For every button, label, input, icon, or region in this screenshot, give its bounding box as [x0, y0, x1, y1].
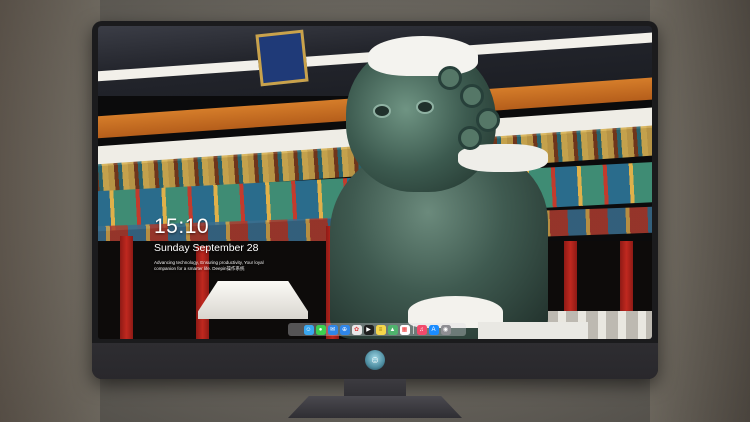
camera-icon[interactable]: ◉: [440, 324, 451, 335]
wallpaper-lion-curl: [438, 66, 462, 90]
finder-icon[interactable]: ☺: [303, 324, 314, 335]
dock: ☺ ● ✉ ⊕ ✿ ▶ ≡ ▲ ▦ ♫ A ◉: [288, 323, 466, 336]
wallpaper-lion-curl: [476, 108, 500, 132]
lock-tagline: Advancing technology, Ensuring productiv…: [154, 260, 264, 272]
wallpaper-lion-snow: [368, 36, 478, 76]
wallpaper-lion-eye: [373, 104, 391, 118]
wallpaper-lion-eye: [416, 100, 434, 114]
monitor-chin: ☺: [92, 343, 658, 379]
messages-icon[interactable]: ●: [315, 324, 326, 335]
wallpaper-snow-pavilion: [198, 281, 308, 319]
lock-clock-panel: 15:10 Sunday September 28 Advancing tech…: [154, 216, 274, 272]
photos-icon[interactable]: ✿: [351, 324, 362, 335]
lock-screen[interactable]: 15:10 Sunday September 28 Advancing tech…: [98, 26, 652, 339]
wallpaper-pillar: [120, 236, 133, 339]
wallpaper-lion-snow: [478, 322, 588, 339]
wallpaper-lion-curl: [460, 84, 484, 108]
wallpaper-plaque: [255, 29, 309, 87]
lock-time: 15:10: [154, 215, 210, 238]
mail-icon[interactable]: ✉: [327, 324, 338, 335]
clapper-icon[interactable]: ▶: [363, 324, 374, 335]
maps-icon[interactable]: ▲: [387, 324, 398, 335]
brand-logo-icon: ☺: [365, 350, 385, 370]
monitor-stand-base: [288, 396, 462, 418]
dock-separator: [412, 325, 414, 334]
wallpaper-lion-curl: [458, 126, 482, 150]
background-blur-left: [0, 0, 100, 422]
safari-icon[interactable]: ⊕: [339, 324, 350, 335]
calendar-icon[interactable]: ▦: [399, 324, 410, 335]
app-store-icon[interactable]: A: [428, 324, 439, 335]
monitor-frame: 15:10 Sunday September 28 Advancing tech…: [92, 21, 658, 379]
background-blur-right: [650, 0, 750, 422]
lock-date: Sunday September 28: [154, 242, 259, 254]
music-icon[interactable]: ♫: [416, 324, 427, 335]
notes-icon[interactable]: ≡: [375, 324, 386, 335]
